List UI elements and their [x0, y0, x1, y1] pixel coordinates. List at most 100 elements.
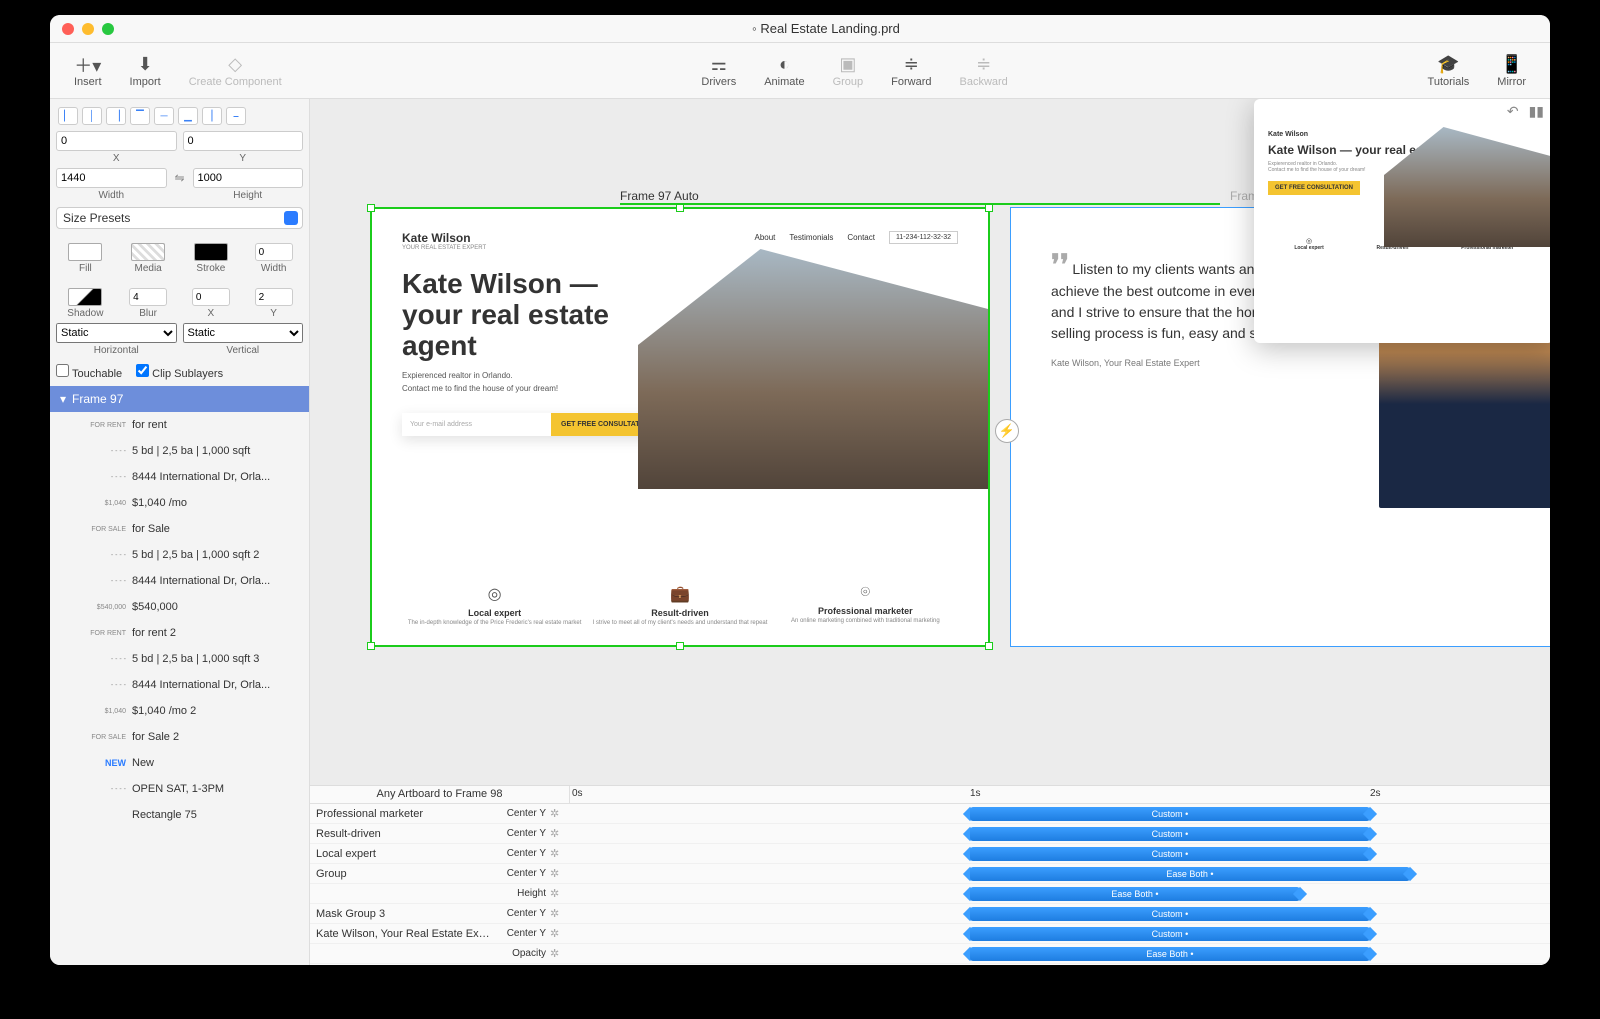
blur-input[interactable] — [129, 288, 167, 306]
layer-item[interactable]: - - - -OPEN SAT, 1-3PM — [50, 776, 309, 802]
distribute-v-btn[interactable]: ⎯ — [226, 107, 246, 125]
gear-icon[interactable]: ✲ — [550, 907, 570, 920]
shadow-x-input[interactable] — [192, 288, 230, 306]
layer-item[interactable]: FOR RENTfor rent 2 — [50, 620, 309, 646]
timeline-row[interactable]: Professional marketerCenter Y✲Custom • — [310, 804, 1550, 824]
timeline-row[interactable]: Kate Wilson, Your Real Estate ExpertCent… — [310, 924, 1550, 944]
import-tool[interactable]: ⬇Import — [116, 54, 175, 88]
layer-panel-header[interactable]: ▾Frame 97 — [50, 386, 309, 412]
create-component-tool[interactable]: ◇Create Component — [175, 54, 296, 88]
align-top-btn[interactable]: ▔ — [130, 107, 150, 125]
lock-aspect-icon[interactable]: ⇋ — [173, 168, 187, 201]
frame-label[interactable]: Frame 97 Auto — [620, 189, 699, 203]
size-presets-dropdown[interactable]: Size Presets — [56, 207, 303, 229]
timeline-tick: 0s — [572, 788, 583, 799]
animation-bar[interactable]: Custom • — [970, 827, 1370, 841]
layer-item[interactable]: $1,040$1,040 /mo — [50, 490, 309, 516]
layer-item[interactable]: - - - -8444 International Dr, Orla... — [50, 568, 309, 594]
x-input[interactable] — [56, 131, 177, 151]
timeline-row[interactable]: Result-drivenCenter Y✲Custom • — [310, 824, 1550, 844]
nav-about: About — [754, 233, 775, 242]
gear-icon[interactable]: ✲ — [550, 847, 570, 860]
layer-item[interactable]: FOR SALEfor Sale 2 — [50, 724, 309, 750]
quote-icon: ❜❜ — [1051, 249, 1069, 280]
animation-bar[interactable]: Ease Both • — [970, 947, 1370, 961]
layer-item[interactable]: FOR SALEfor Sale — [50, 516, 309, 542]
layer-item[interactable]: FOR RENTfor rent — [50, 412, 309, 438]
titlebar: ◦ Real Estate Landing.prd — [50, 15, 1550, 43]
minimize-button[interactable] — [82, 23, 94, 35]
drivers-tool[interactable]: ⚎Drivers — [687, 54, 750, 88]
layer-item[interactable]: - - - -8444 International Dr, Orla... — [50, 672, 309, 698]
insert-tool[interactable]: ＋▾Insert — [60, 54, 116, 88]
layer-item[interactable]: - - - -8444 International Dr, Orla... — [50, 464, 309, 490]
undo-icon[interactable]: ↶ — [1507, 103, 1519, 120]
gear-icon[interactable]: ✲ — [550, 887, 570, 900]
mirror-tool[interactable]: 📱Mirror — [1483, 54, 1540, 88]
timeline-row[interactable]: Height✲Ease Both • — [310, 884, 1550, 904]
toolbar: ＋▾Insert ⬇Import ◇Create Component ⚎Driv… — [50, 43, 1550, 99]
link-connector[interactable]: ⚡ — [995, 419, 1019, 443]
timeline-row[interactable]: Mask Group 3Center Y✲Custom • — [310, 904, 1550, 924]
timeline-row[interactable]: Local expertCenter Y✲Custom • — [310, 844, 1550, 864]
preview-window[interactable]: ↶ ▮▮ Kate Wilson Kate Wilson — your real… — [1254, 99, 1550, 343]
animation-bar[interactable]: Custom • — [970, 807, 1370, 821]
y-input[interactable] — [183, 131, 304, 151]
animation-bar[interactable]: Custom • — [970, 927, 1370, 941]
layer-item[interactable]: $1,040$1,040 /mo 2 — [50, 698, 309, 724]
layers-list: FOR RENTfor rent- - - -5 bd | 2,5 ba | 1… — [50, 412, 309, 965]
height-input[interactable] — [193, 168, 304, 188]
clip-sublayers-checkbox[interactable]: Clip Sublayers — [136, 364, 223, 380]
animate-tool[interactable]: ◐Animate — [750, 54, 818, 88]
layer-item[interactable]: $540,000$540,000 — [50, 594, 309, 620]
timeline-panel: Any Artboard to Frame 98 0s 1s 2s Profes… — [310, 785, 1550, 965]
animation-bar[interactable]: Ease Both • — [970, 887, 1300, 901]
layer-item[interactable]: - - - -5 bd | 2,5 ba | 1,000 sqft — [50, 438, 309, 464]
layer-item[interactable]: - - - -5 bd | 2,5 ba | 1,000 sqft 3 — [50, 646, 309, 672]
layer-item[interactable]: NEWNew — [50, 750, 309, 776]
timeline-header[interactable]: Any Artboard to Frame 98 — [310, 786, 570, 803]
vertical-constraint[interactable]: Static — [183, 323, 304, 343]
canvas[interactable]: Frame 97 Auto Frame 9 Kate WilsonYOUR RE… — [310, 99, 1550, 785]
group-tool[interactable]: ▣Group — [819, 54, 878, 88]
stroke-swatch[interactable] — [194, 243, 228, 261]
align-center-h-btn[interactable]: │ — [82, 107, 102, 125]
width-input[interactable] — [56, 168, 167, 188]
align-middle-btn[interactable]: ─ — [154, 107, 174, 125]
close-button[interactable] — [62, 23, 74, 35]
quote-attribution: Kate Wilson, Your Real Estate Expert — [1051, 358, 1359, 368]
mockup-logo: Kate Wilson — [402, 231, 486, 245]
shadow-y-input[interactable] — [255, 288, 293, 306]
stroke-width-input[interactable] — [255, 243, 293, 261]
align-bottom-btn[interactable]: ▁ — [178, 107, 198, 125]
tutorials-tool[interactable]: 🎓Tutorials — [1414, 54, 1484, 88]
backward-tool[interactable]: ≑Backward — [946, 54, 1022, 88]
timeline-row[interactable]: Opacity✲Ease Both • — [310, 944, 1550, 964]
gear-icon[interactable]: ✲ — [550, 927, 570, 940]
gear-icon[interactable]: ✲ — [550, 807, 570, 820]
shadow-swatch[interactable] — [68, 288, 102, 306]
artboard-frame-97[interactable]: Kate WilsonYOUR REAL ESTATE EXPERT About… — [370, 207, 990, 647]
layer-item[interactable]: Rectangle 75 — [50, 802, 309, 828]
animation-bar[interactable]: Custom • — [970, 847, 1370, 861]
fill-swatch[interactable] — [68, 243, 102, 261]
align-right-btn[interactable]: ▕ — [106, 107, 126, 125]
animation-bar[interactable]: Ease Both • — [970, 867, 1410, 881]
window-title: ◦ Real Estate Landing.prd — [114, 21, 1538, 36]
sidebar: ▏ │ ▕ ▔ ─ ▁ ⎮ ⎯ X Y Width ⇋ Height — [50, 99, 310, 965]
animation-bar[interactable]: Custom • — [970, 907, 1370, 921]
gear-icon[interactable]: ✲ — [550, 867, 570, 880]
horizontal-constraint[interactable]: Static — [56, 323, 177, 343]
align-left-btn[interactable]: ▏ — [58, 107, 78, 125]
gear-icon[interactable]: ✲ — [550, 947, 570, 960]
touchable-checkbox[interactable]: Touchable — [56, 364, 122, 380]
media-swatch[interactable] — [131, 243, 165, 261]
timeline-row[interactable]: GroupCenter Y✲Ease Both • — [310, 864, 1550, 884]
traffic-lights — [62, 23, 114, 35]
gear-icon[interactable]: ✲ — [550, 827, 570, 840]
distribute-h-btn[interactable]: ⎮ — [202, 107, 222, 125]
forward-tool[interactable]: ≑Forward — [877, 54, 945, 88]
layer-item[interactable]: - - - -5 bd | 2,5 ba | 1,000 sqft 2 — [50, 542, 309, 568]
zoom-button[interactable] — [102, 23, 114, 35]
camera-icon[interactable]: ▮▮ — [1529, 103, 1544, 120]
